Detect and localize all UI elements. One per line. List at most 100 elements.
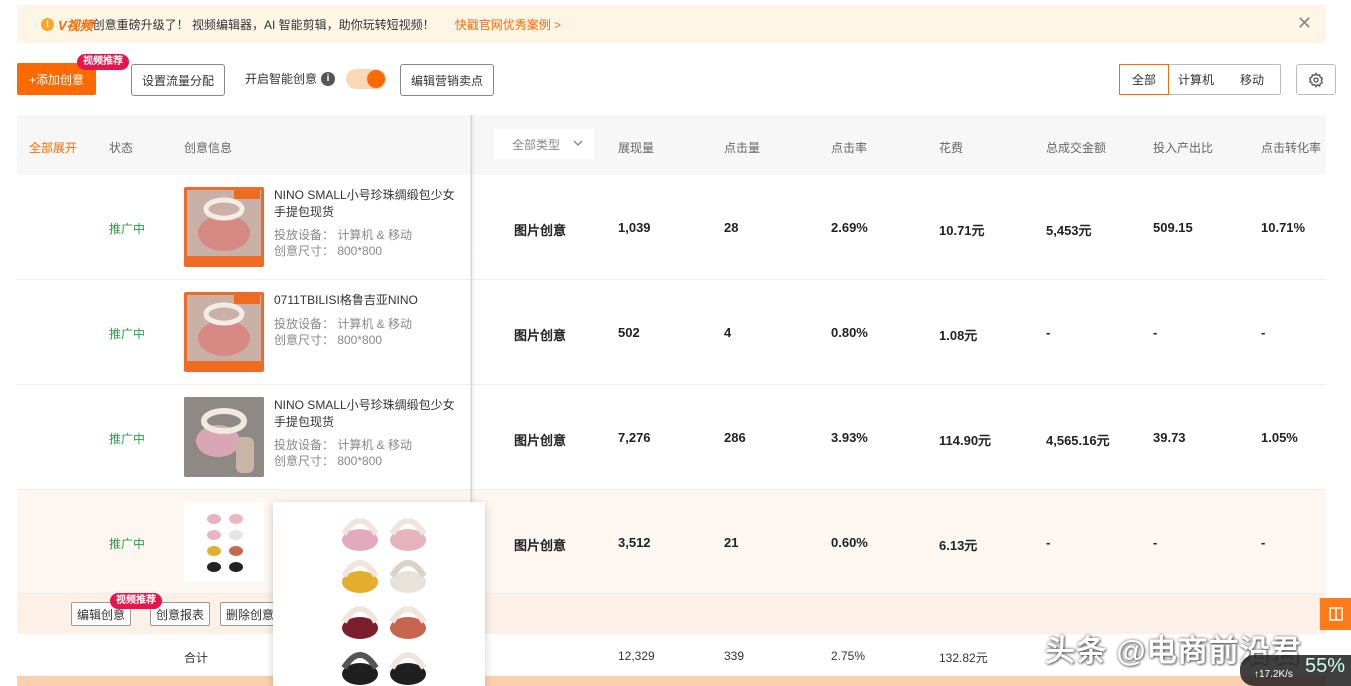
creative-title: NINO SMALL小号珍珠绸缎包少女手提包现货 bbox=[274, 398, 455, 429]
notice-link[interactable]: 快戳官网优秀案例 > bbox=[455, 16, 561, 33]
total-impressions: 12,329 bbox=[618, 649, 655, 663]
settings-button[interactable] bbox=[1296, 64, 1336, 95]
gear-icon bbox=[1308, 71, 1324, 88]
cell-impressions: 7,276 bbox=[618, 430, 651, 445]
creative-device: 投放设备： 计算机 & 移动 bbox=[274, 317, 413, 331]
tab-mobile[interactable]: 移动 bbox=[1224, 65, 1280, 94]
cell-ctr: 0.80% bbox=[831, 325, 868, 340]
hot-badge: 视频推荐 bbox=[110, 593, 162, 609]
header-status: 状态 bbox=[109, 141, 134, 155]
table-row: 推广中 图片创意 3,512 21 0.60% 6.13元 - - - bbox=[17, 490, 1326, 594]
creative-size: 创意尺寸： 800*800 bbox=[274, 454, 383, 468]
cell-roi: 39.73 bbox=[1153, 430, 1186, 445]
cell-ctr: 2.69% bbox=[831, 220, 868, 235]
cell-gmv: - bbox=[1046, 535, 1051, 550]
speed-rate: ↑17.2K/s bbox=[1254, 669, 1293, 680]
creative-thumbnail[interactable] bbox=[184, 397, 264, 477]
cell-cost: 6.13元 bbox=[939, 538, 978, 553]
tab-all[interactable]: 全部 bbox=[1119, 64, 1169, 95]
tab-computer[interactable]: 计算机 bbox=[1168, 65, 1224, 94]
cell-cvr: 1.05% bbox=[1261, 430, 1298, 445]
network-speed-widget: 55% ↑17.2K/s bbox=[1240, 655, 1351, 686]
cell-impressions: 3,512 bbox=[618, 535, 651, 550]
smart-creative-label: 开启智能创意 i bbox=[245, 70, 336, 87]
cell-impressions: 1,039 bbox=[618, 220, 651, 235]
status-badge: 推广中 bbox=[109, 327, 146, 341]
product-preview-image bbox=[273, 502, 485, 686]
header-roi[interactable]: 投入产出比 bbox=[1153, 139, 1213, 156]
notice-bar: ! V视频 创意重磅升级了！ 视频编辑器，AI 智能剪辑，助你玩转短视频！ 快戳… bbox=[17, 5, 1326, 43]
expand-all-link[interactable]: 全部展开 bbox=[29, 139, 77, 156]
creative-device: 投放设备： 计算机 & 移动 bbox=[274, 228, 413, 242]
image-preview-popup bbox=[273, 502, 485, 686]
status-badge: 推广中 bbox=[109, 222, 146, 236]
cell-roi: 509.15 bbox=[1153, 220, 1193, 235]
cell-roi: - bbox=[1153, 325, 1158, 340]
table-row: 推广中 NINO SMALL小号珍珠绸缎包少女手提包现货 投放设备： 计算机 &… bbox=[17, 175, 1326, 280]
side-feedback-tab[interactable] bbox=[1320, 598, 1351, 630]
creative-thumbnail[interactable] bbox=[184, 187, 264, 267]
cell-roi: - bbox=[1153, 535, 1158, 550]
creative-size: 创意尺寸： 800*800 bbox=[274, 333, 383, 347]
book-icon bbox=[1328, 607, 1343, 621]
cell-ctr: 0.60% bbox=[831, 535, 868, 550]
header-ctr[interactable]: 点击率 bbox=[831, 139, 867, 156]
cell-cvr: - bbox=[1261, 535, 1266, 550]
cell-impressions: 502 bbox=[618, 325, 640, 340]
type-filter-select[interactable]: 全部类型 bbox=[494, 129, 594, 159]
chevron-down-icon bbox=[573, 140, 583, 146]
cell-gmv: - bbox=[1046, 325, 1051, 340]
cell-gmv: 5,453元 bbox=[1046, 223, 1092, 238]
product-image bbox=[184, 397, 264, 477]
type-filter-value: 全部类型 bbox=[512, 137, 561, 152]
header-cvr[interactable]: 点击转化率 bbox=[1261, 139, 1321, 156]
cell-clicks: 21 bbox=[724, 535, 739, 550]
hot-badge: 视频推荐 bbox=[77, 54, 129, 70]
cell-cost: 10.71元 bbox=[939, 223, 985, 238]
table-row: 推广中 NINO SMALL小号珍珠绸缎包少女手提包现货 投放设备： 计算机 &… bbox=[17, 385, 1326, 490]
header-gmv[interactable]: 总成交金额 bbox=[1046, 139, 1106, 156]
delete-creative-button[interactable]: 删除创意 bbox=[220, 602, 280, 626]
creative-thumbnail[interactable] bbox=[184, 292, 264, 372]
smart-creative-toggle[interactable] bbox=[346, 69, 386, 89]
total-label: 合计 bbox=[184, 651, 209, 665]
edit-selling-points-button[interactable]: 编辑营销卖点 bbox=[400, 64, 494, 96]
product-image bbox=[184, 502, 264, 582]
cell-gmv: 4,565.16元 bbox=[1046, 433, 1110, 448]
table-row: 推广中 0711TBILISI格鲁吉亚NINO 投放设备： 计算机 & 移动 创… bbox=[17, 280, 1326, 385]
status-badge: 推广中 bbox=[109, 537, 146, 551]
traffic-split-button[interactable]: 设置流量分配 bbox=[131, 64, 225, 96]
scrollbar-track[interactable] bbox=[17, 676, 1326, 686]
total-cost: 132.82元 bbox=[939, 651, 988, 665]
cell-ctr: 3.93% bbox=[831, 430, 868, 445]
notice-message: 创意重磅升级了！ 视频编辑器，AI 智能剪辑，助你玩转短视频！ bbox=[92, 17, 435, 32]
cell-cost: 114.90元 bbox=[939, 433, 992, 448]
cell-clicks: 28 bbox=[724, 220, 739, 235]
creative-device: 投放设备： 计算机 & 移动 bbox=[274, 438, 413, 452]
cell-cvr: 10.71% bbox=[1261, 220, 1306, 235]
info-icon[interactable]: i bbox=[321, 71, 336, 86]
cell-type: 图片创意 bbox=[514, 538, 567, 553]
creative-title: NINO SMALL小号珍珠绸缎包少女手提包现货 bbox=[274, 188, 455, 219]
creative-title: 0711TBILISI格鲁吉亚NINO bbox=[274, 293, 418, 307]
smart-creative-text: 开启智能创意 bbox=[245, 72, 318, 86]
creative-size: 创意尺寸： 800*800 bbox=[274, 244, 383, 258]
product-image bbox=[187, 190, 261, 267]
header-impressions[interactable]: 展现量 bbox=[618, 139, 654, 156]
product-image bbox=[187, 295, 261, 372]
cell-type: 图片创意 bbox=[514, 223, 567, 238]
cell-clicks: 4 bbox=[724, 325, 732, 340]
cell-type: 图片创意 bbox=[514, 433, 567, 448]
creative-thumbnail[interactable] bbox=[184, 502, 264, 582]
header-cost[interactable]: 花费 bbox=[939, 139, 963, 156]
cell-cost: 1.08元 bbox=[939, 328, 978, 343]
notice-brand: V视频 bbox=[58, 17, 93, 33]
header-clicks[interactable]: 点击量 bbox=[724, 139, 760, 156]
close-icon[interactable]: ✕ bbox=[1297, 13, 1312, 33]
info-icon: ! bbox=[41, 17, 54, 31]
header-info: 创意信息 bbox=[184, 141, 233, 155]
cell-clicks: 286 bbox=[724, 430, 746, 445]
device-segment: 全部 计算机 移动 bbox=[1119, 64, 1281, 95]
table-header: 全部展开 状态 创意信息 全部类型 展现量 点击量 点击率 花费 总成交金额 投… bbox=[17, 115, 1326, 175]
total-clicks: 339 bbox=[724, 649, 745, 663]
